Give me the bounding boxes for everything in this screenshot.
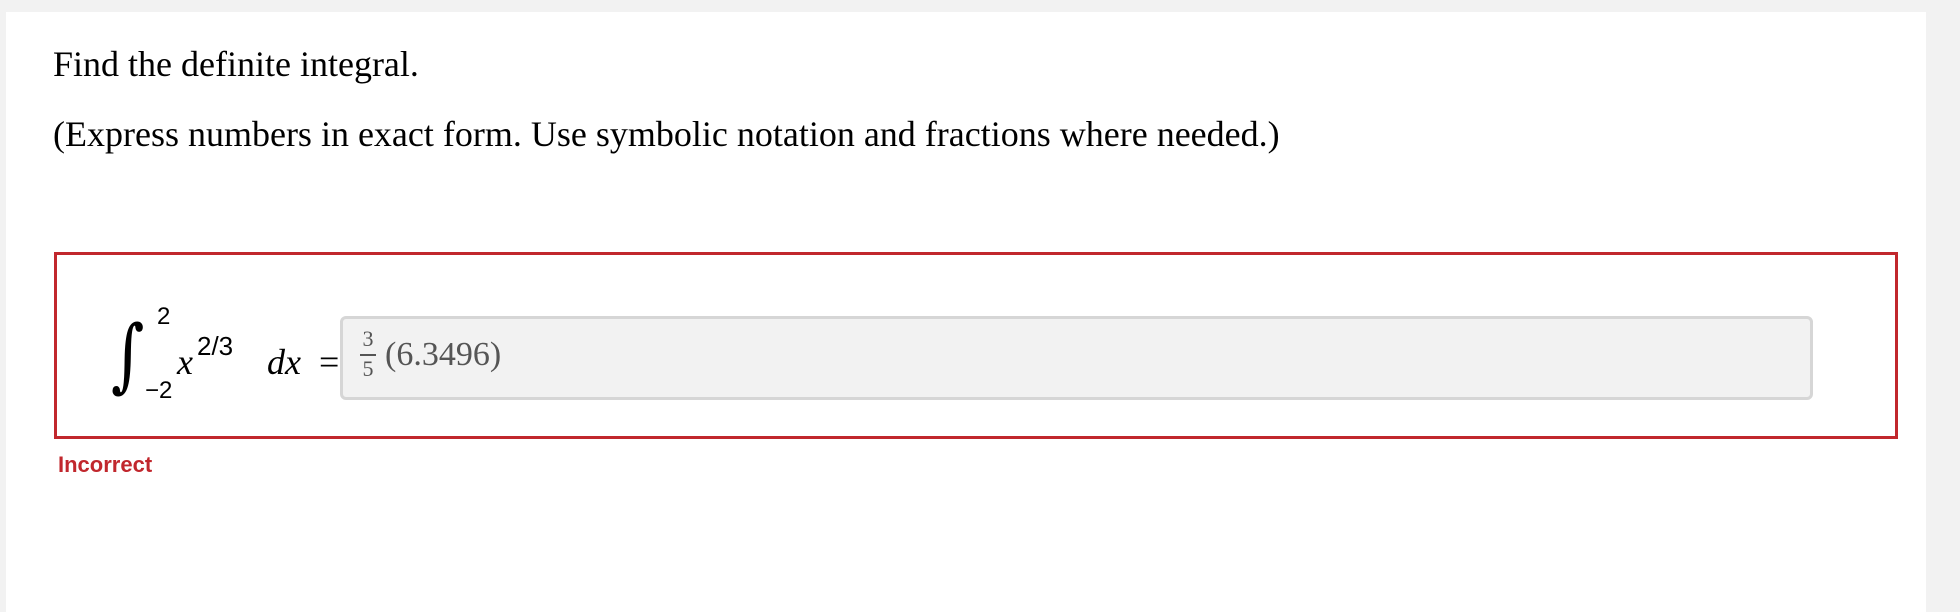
- feedback-status: Incorrect: [58, 452, 153, 477]
- fraction-denominator: 5: [362, 356, 374, 381]
- integrand-base: x: [177, 342, 193, 382]
- differential: dx: [267, 342, 301, 382]
- lower-limit: −2: [145, 377, 173, 404]
- answer-input[interactable]: 3 5 (6.3496): [340, 316, 1813, 400]
- integral-sign-icon: ∫: [111, 308, 145, 401]
- answer-value: (6.3496): [385, 336, 502, 373]
- upper-limit: 2: [157, 303, 171, 330]
- question-card: Find the definite integral. (Express num…: [6, 12, 1926, 612]
- integrand-exponent: 2/3: [197, 331, 234, 361]
- question-instructions: (Express numbers in exact form. Use symb…: [53, 114, 1280, 154]
- equals-sign: =: [319, 342, 340, 382]
- answer-box: ∫ 2 −2 x 2/3 dx = 3 5 (6.3496): [54, 252, 1898, 439]
- fraction-numerator: 3: [362, 326, 374, 351]
- integral-expression: ∫ 2 −2 x 2/3 dx =: [97, 303, 347, 405]
- answer-fraction: 3 5: [360, 327, 376, 387]
- question-title: Find the definite integral.: [53, 44, 419, 84]
